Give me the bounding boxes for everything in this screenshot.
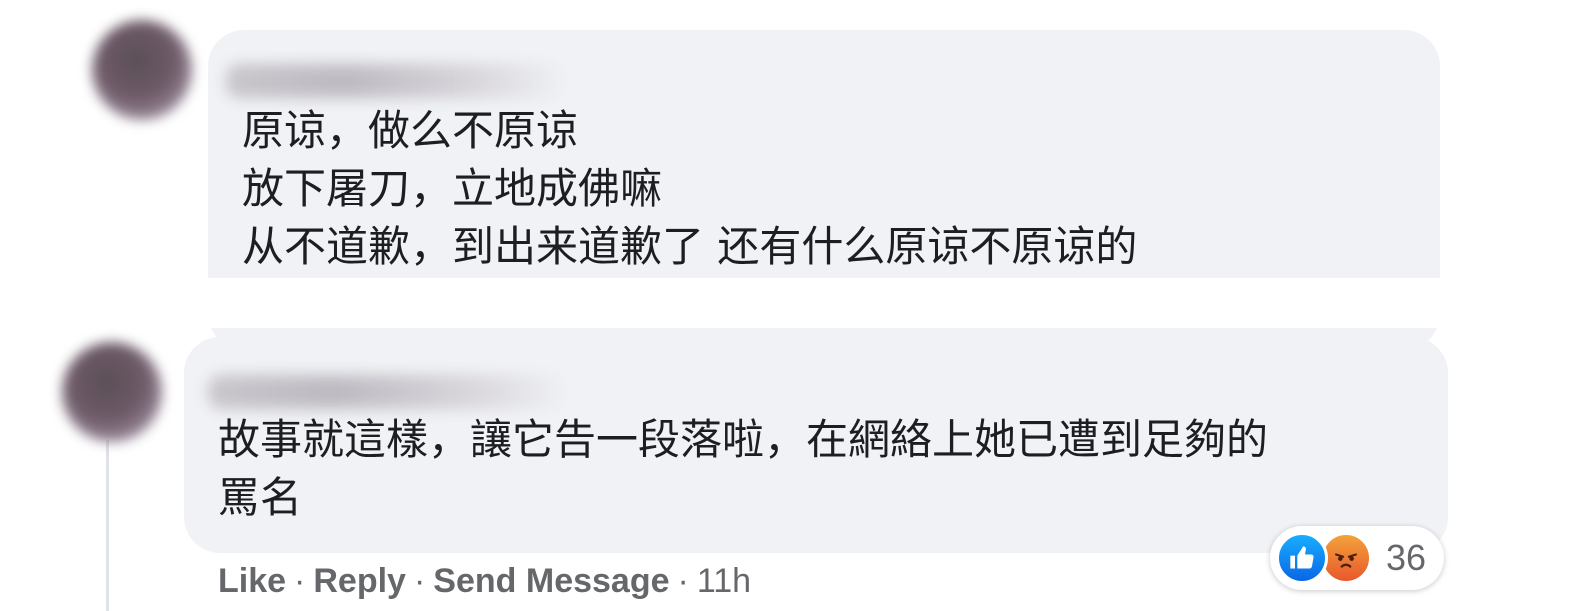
avatar[interactable] (62, 342, 162, 442)
comment-text-line: 罵名 (218, 473, 303, 522)
send-message-link[interactable]: Send Message (433, 562, 669, 600)
reply-link[interactable]: Reply (313, 562, 406, 600)
author-name-redacted[interactable] (208, 375, 568, 409)
comment-2: 故事就這樣，讓它告一段落啦，在網絡上她已遭到足夠的 罵名 36 Like · R… (0, 0, 1583, 611)
like-icon (1276, 532, 1328, 584)
separator: · (677, 562, 689, 600)
comment-bubble: 故事就這樣，讓它告一段落啦，在網絡上她已遭到足夠的 罵名 (184, 337, 1448, 553)
timestamp-link[interactable]: 11h (697, 562, 751, 600)
comments-panel: 原谅，做么不原谅 放下屠刀，立地成佛嘛 从不道歉，到出来道歉了 还有什么原谅不原… (0, 0, 1583, 611)
separator: · (413, 562, 426, 600)
like-link[interactable]: Like (218, 562, 286, 600)
reaction-count: 36 (1386, 537, 1427, 578)
comment-text-line: 故事就這樣，讓它告一段落啦，在網絡上她已遭到足夠的 (218, 415, 1269, 464)
comment-actions: Like · Reply · Send Message · 11h (218, 562, 751, 601)
separator: · (294, 562, 306, 600)
reaction-summary[interactable]: 36 (1270, 526, 1445, 590)
